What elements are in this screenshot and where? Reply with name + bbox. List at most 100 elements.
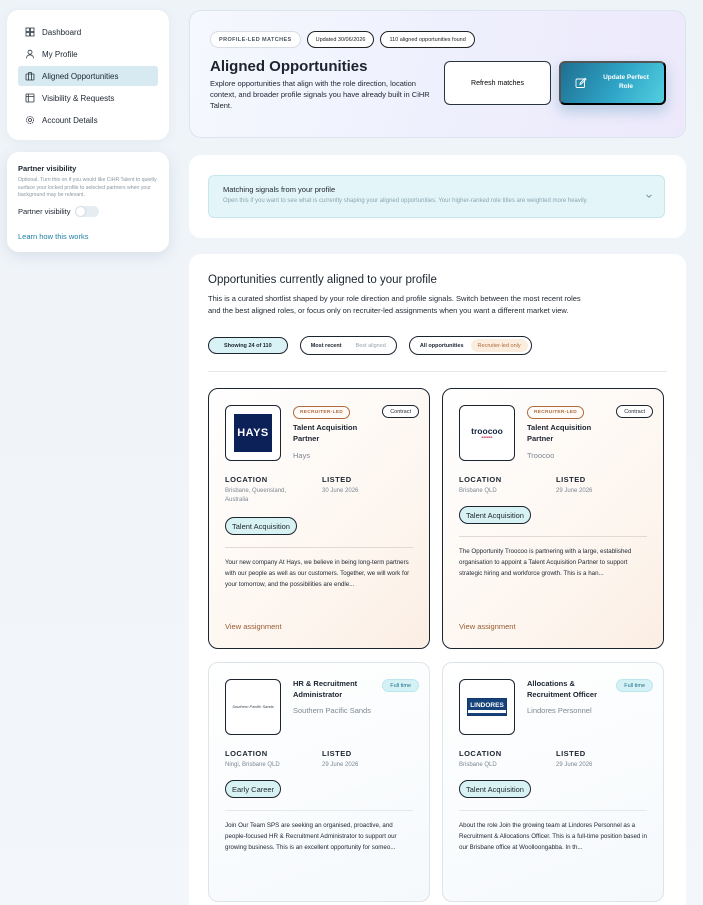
learn-how-link[interactable]: Learn how this works <box>18 232 88 241</box>
view-assignment-link[interactable]: View assignment <box>225 622 282 631</box>
role-title: Talent Acquisition Partner <box>527 423 592 443</box>
company-name: Lindores Personnel <box>527 706 592 715</box>
listed-value: 29 June 2026 <box>556 488 593 494</box>
job-excerpt: Join Our Team SPS are seeking an organis… <box>225 822 397 851</box>
edit-icon <box>575 77 587 88</box>
updated-pill: Updated 30/06/2026 <box>306 31 375 48</box>
opportunity-card[interactable]: Southern Pacific Sands Full time HR & Re… <box>208 662 430 902</box>
sidebar-item-aligned-opportunities[interactable]: Aligned Opportunities <box>18 66 158 86</box>
category-tag: Early Career <box>225 780 282 798</box>
location-label: LOCATION <box>225 749 268 758</box>
company-logo: LINDORES <box>459 679 515 735</box>
found-count-pill: 110 aligned opportunities found <box>380 31 475 48</box>
hays-logo: HAYS <box>234 414 272 452</box>
opportunities-title: Opportunities currently aligned to your … <box>208 274 437 286</box>
partner-description: Optional. Turn this on if you would like… <box>18 177 157 199</box>
location-value: Brisbane, Queensland, Australia <box>225 488 287 503</box>
dashboard-icon <box>25 27 35 37</box>
sidebar-nav: Dashboard My Profile Aligned Opportuniti… <box>7 10 169 140</box>
partner-toggle-label: Partner visibility <box>18 206 71 216</box>
partner-title: Partner visibility <box>18 164 77 173</box>
listed-value: 30 June 2026 <box>322 488 359 494</box>
briefcase-icon <box>25 71 35 81</box>
refresh-matches-button[interactable]: Refresh matches <box>444 61 551 105</box>
sidebar-item-label: Dashboard <box>42 27 82 37</box>
showing-count-pill: Showing 24 of 110 <box>208 337 288 354</box>
filter-recruiter-led[interactable]: Recruiter-led only <box>470 339 528 352</box>
hero-panel: PROFILE-LED MATCHES Updated 30/06/2026 1… <box>189 10 686 138</box>
card-divider <box>225 547 413 548</box>
card-divider <box>225 810 413 811</box>
sidebar-item-label: My Profile <box>42 49 78 59</box>
matching-signals-accordion[interactable]: Matching signals from your profile Open … <box>208 175 665 218</box>
location-label: LOCATION <box>459 475 502 484</box>
job-excerpt: Your new company At Hays, we believe in … <box>225 559 410 588</box>
profile-led-pill: PROFILE-LED MATCHES <box>210 31 301 48</box>
listed-label: LISTED <box>556 475 586 484</box>
sidebar-item-label: Aligned Opportunities <box>42 71 119 81</box>
sidebar-item-dashboard[interactable]: Dashboard <box>18 22 158 42</box>
employment-type-badge: Full time <box>616 679 653 692</box>
sps-logo: Southern Pacific Sands <box>232 703 274 709</box>
partner-visibility-panel: Partner visibility Optional. Turn this o… <box>7 152 169 252</box>
opportunity-card[interactable]: LINDORES Full time Allocations & Recruit… <box>442 662 664 902</box>
update-perfect-role-button[interactable]: Update Perfect Role <box>559 61 666 105</box>
sidebar-item-visibility-requests[interactable]: Visibility & Requests <box>18 88 158 108</box>
category-tag: Talent Acquisition <box>225 517 297 535</box>
listed-label: LISTED <box>322 749 352 758</box>
page-description: Explore opportunities that align with th… <box>210 79 430 110</box>
lindores-logo: LINDORES <box>467 698 507 716</box>
card-divider <box>459 810 647 811</box>
filter-all-opportunities[interactable]: All opportunities <box>413 339 471 352</box>
opportunity-card[interactable]: troocoo ■■■■■■ RECRUITER-LED Contract Tal… <box>442 388 664 649</box>
location-label: LOCATION <box>459 749 502 758</box>
hero-pills: PROFILE-LED MATCHES Updated 30/06/2026 1… <box>210 31 665 48</box>
gear-icon <box>25 115 35 125</box>
category-tag: Talent Acquisition <box>459 506 531 524</box>
view-assignment-link[interactable]: View assignment <box>459 622 516 631</box>
sort-best-aligned[interactable]: Best aligned <box>349 339 393 352</box>
opportunities-section: Opportunities currently aligned to your … <box>189 254 686 905</box>
sort-toggle: Most recent Best aligned <box>299 336 397 355</box>
sort-most-recent[interactable]: Most recent <box>304 339 349 352</box>
user-icon <box>25 49 35 59</box>
listed-value: 29 June 2026 <box>322 762 359 768</box>
company-name: Southern Pacific Sands <box>293 706 371 715</box>
company-logo: HAYS <box>225 405 281 461</box>
sidebar-item-label: Visibility & Requests <box>42 93 115 103</box>
chevron-down-icon <box>646 194 652 198</box>
recruiter-led-badge: RECRUITER-LED <box>293 406 351 419</box>
partner-visibility-toggle[interactable] <box>74 205 99 217</box>
employment-type-badge: Contract <box>382 405 419 418</box>
role-title: Allocations & Recruitment Officer <box>527 679 598 699</box>
card-divider <box>459 536 647 537</box>
opportunities-lead: This is a curated shortlist shaped by yo… <box>208 294 581 315</box>
company-logo: Southern Pacific Sands <box>225 679 281 735</box>
partner-toggle-row: Partner visibility <box>18 205 158 217</box>
sidebar-item-label: Account Details <box>42 115 98 125</box>
sidebar-item-account-details[interactable]: Account Details <box>18 110 158 130</box>
location-value: Brisbane QLD <box>459 488 497 494</box>
job-excerpt: About the role Join the growing team at … <box>459 822 647 851</box>
location-value: Brisbane QLD <box>459 762 497 768</box>
location-label: LOCATION <box>225 475 268 484</box>
company-name: Hays <box>293 451 311 460</box>
signals-subtitle: Open this if you want to see what is cur… <box>223 198 588 204</box>
opportunity-card[interactable]: HAYS RECRUITER-LED Contract Talent Acqui… <box>208 388 430 649</box>
role-title: HR & Recruitment Administrator <box>293 679 358 699</box>
category-tag: Talent Acquisition <box>459 780 531 798</box>
company-logo: troocoo ■■■■■■ <box>459 405 515 461</box>
listed-label: LISTED <box>322 475 352 484</box>
update-perfect-role-label: Update Perfect Role <box>603 74 649 90</box>
signals-card: Matching signals from your profile Open … <box>189 155 686 238</box>
location-value: Ningi, Brisbane QLD <box>225 762 280 768</box>
signals-title: Matching signals from your profile <box>223 185 336 194</box>
employment-type-badge: Contract <box>616 405 653 418</box>
listed-value: 29 June 2026 <box>556 762 593 768</box>
source-filter-toggle: All opportunities Recruiter-led only <box>408 336 532 355</box>
recruiter-led-badge: RECRUITER-LED <box>527 406 585 419</box>
job-excerpt: The Opportunity Troocoo is partnering wi… <box>459 548 632 577</box>
listed-label: LISTED <box>556 749 586 758</box>
list-icon <box>25 93 35 103</box>
sidebar-item-my-profile[interactable]: My Profile <box>18 44 158 64</box>
